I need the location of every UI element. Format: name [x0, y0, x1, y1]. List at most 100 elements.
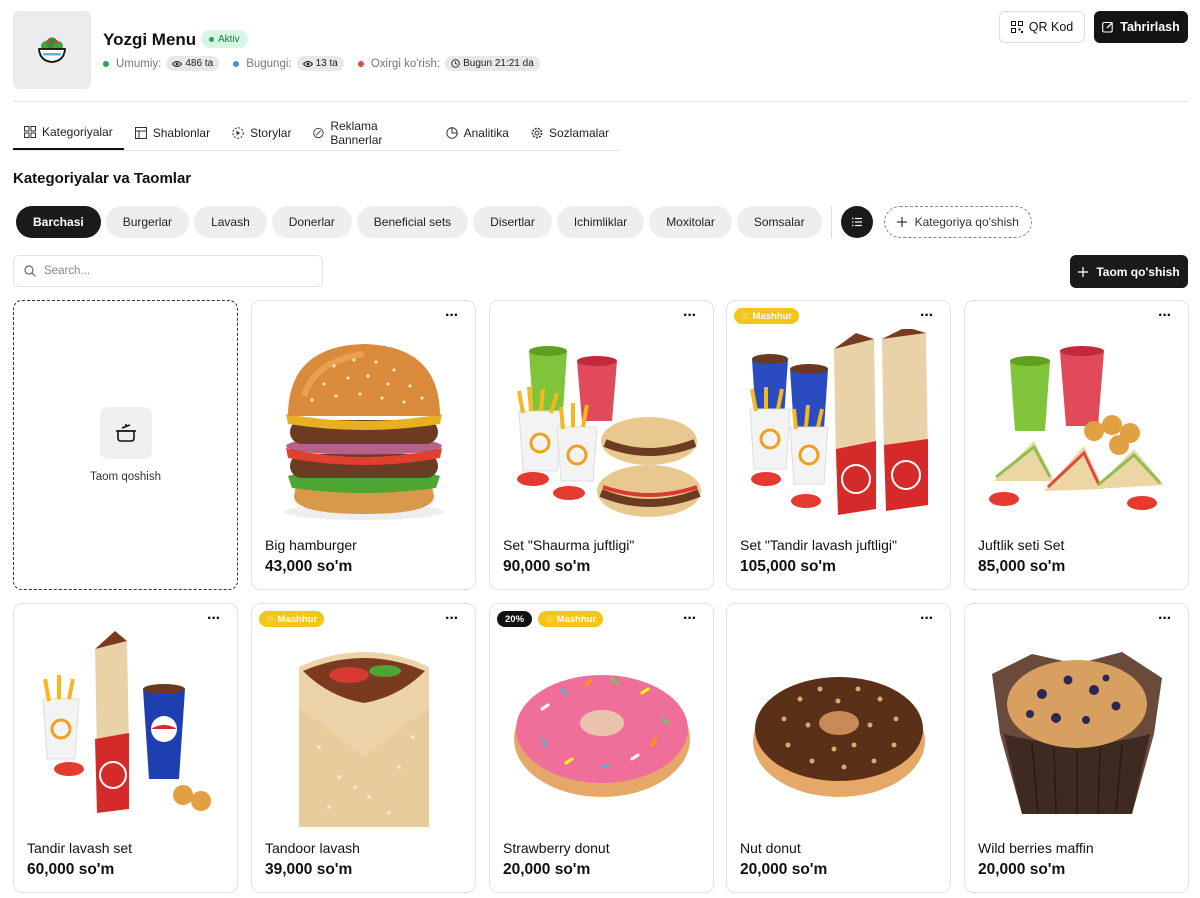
more-options-icon[interactable]: ···	[445, 308, 459, 324]
category-pill-somsalar[interactable]: Somsalar	[736, 206, 822, 238]
food-card[interactable]: ··· Tandir lavash set 60,000 so'm	[13, 603, 238, 893]
category-pill-burgerlar[interactable]: Burgerlar	[105, 206, 190, 238]
stat-label: Bugungi:	[246, 57, 292, 70]
category-pill-disertlar[interactable]: Disertlar	[473, 206, 552, 238]
food-name: Set "Shaurma juftligi"	[503, 537, 635, 553]
category-pill-lavash[interactable]: Lavash	[194, 206, 267, 238]
add-food-label: Taom qo'shish	[1096, 264, 1180, 279]
template-icon	[134, 127, 147, 139]
food-card[interactable]: ··· Juftlik seti Set 85,000 so'm	[964, 300, 1189, 590]
gear-icon	[531, 127, 543, 139]
plus-icon	[896, 217, 907, 227]
grid-icon	[24, 126, 36, 138]
popular-badge: ☆ Mashhur	[259, 611, 325, 627]
add-food-card[interactable]: Taom qoshish	[13, 300, 238, 590]
qr-code-icon	[1010, 21, 1023, 33]
star-icon: ☆	[266, 613, 275, 625]
more-options-icon[interactable]: ···	[207, 611, 221, 627]
food-card[interactable]: 20% ☆ Mashhur ··· Strawberry donut 20,000…	[489, 603, 714, 893]
card-badges: ☆ Mashhur	[259, 611, 325, 627]
plus-icon	[1078, 266, 1089, 277]
category-pill-donerlar[interactable]: Donerlar	[271, 206, 352, 238]
food-card[interactable]: ☆ Mashhur ··· Tandoor lavash 39,000 so'm	[251, 603, 476, 893]
food-name: Juftlik seti Set	[978, 537, 1065, 553]
tab-reklama-bannerlar[interactable]: Reklama Bannerlar	[302, 116, 434, 150]
menu-header: Yozgi Menu Aktiv Umumiy: 486 ta Bugungi:…	[13, 11, 1188, 91]
food-name: Tandoor lavash	[265, 840, 360, 856]
popular-label: Mashhur	[277, 613, 318, 625]
pie-chart-icon	[445, 127, 458, 139]
tab-kategoriyalar[interactable]: Kategoriyalar	[13, 116, 124, 150]
popular-badge: ☆ Mashhur	[538, 611, 604, 627]
more-options-icon[interactable]: ···	[1158, 308, 1172, 324]
add-food-button[interactable]: Taom qo'shish	[1070, 255, 1188, 288]
tab-label: Shablonlar	[152, 126, 211, 140]
more-options-icon[interactable]: ···	[445, 611, 459, 627]
view-stats: Umumiy: 486 ta Bugungi: 13 ta Oxirgi ko'…	[103, 56, 554, 71]
stat-today: Bugungi: 13 ta	[233, 56, 344, 71]
sort-categories-button[interactable]	[840, 206, 873, 238]
food-card[interactable]: ☆ Mashhur ··· Set "Tandir lavash juftligi…	[726, 300, 951, 590]
more-options-icon[interactable]: ···	[1158, 611, 1172, 627]
cooking-pot-icon	[115, 424, 136, 442]
stat-chip: 486 ta	[166, 56, 220, 71]
status-label: Aktiv	[218, 33, 240, 45]
menu-title: Yozgi Menu	[103, 30, 197, 49]
more-options-icon[interactable]: ···	[920, 308, 934, 324]
tab-analitika[interactable]: Analitika	[435, 116, 520, 150]
food-image-muffin	[973, 624, 1180, 834]
tab-shablonlar[interactable]: Shablonlar	[124, 116, 221, 150]
tab-label: Kategoriyalar	[42, 125, 113, 139]
food-image-burger	[260, 321, 467, 531]
tab-storylar[interactable]: Storylar	[221, 116, 302, 150]
category-pill-beneficial-sets[interactable]: Beneficial sets	[356, 206, 469, 238]
food-card[interactable]: ··· Wild berries maffin 20,000 so'm	[964, 603, 1189, 893]
tab-sozlamalar[interactable]: Sozlamalar	[520, 116, 620, 150]
food-card[interactable]: ··· Big hamburger 43,000 so'm	[251, 300, 476, 590]
banner-icon	[313, 127, 325, 139]
category-pill-ichimliklar[interactable]: Ichimliklar	[556, 206, 645, 238]
category-pill-barchasi[interactable]: Barchasi	[16, 206, 101, 238]
tab-label: Reklama Bannerlar	[330, 119, 383, 147]
status-badge: Aktiv	[201, 30, 248, 48]
status-dot	[209, 36, 214, 42]
food-image-shaurma-set	[498, 321, 705, 531]
popular-label: Mashhur	[752, 310, 793, 322]
more-options-icon[interactable]: ···	[683, 611, 697, 627]
more-options-icon[interactable]: ···	[920, 611, 934, 627]
add-category-button[interactable]: Kategoriya qo'shish	[883, 206, 1032, 238]
food-price: 90,000 so'm	[503, 558, 591, 575]
popular-label: Mashhur	[556, 613, 597, 625]
food-card[interactable]: ··· Nut donut 20,000 so'm	[726, 603, 951, 893]
category-pill-moxitolar[interactable]: Moxitolar	[649, 206, 732, 238]
header-divider	[13, 101, 1188, 102]
edit-label: Tahrirlash	[1120, 20, 1180, 34]
add-category-label: Kategoriya qo'shish	[914, 215, 1019, 229]
main-tabs: Kategoriyalar Shablonlar Storylar Reklam…	[13, 116, 620, 151]
stat-label: Umumiy:	[116, 57, 162, 70]
search-box	[13, 255, 323, 287]
food-price: 60,000 so'm	[27, 861, 115, 878]
food-name: Tandir lavash set	[27, 840, 133, 856]
add-food-card-icon-box	[99, 407, 152, 459]
food-price: 85,000 so'm	[978, 558, 1066, 575]
food-card[interactable]: ··· Set "Shaurma juftligi" 90,000 so'm	[489, 300, 714, 590]
stat-value: 13 ta	[315, 58, 338, 69]
edit-icon	[1102, 21, 1114, 33]
eye-icon	[302, 60, 313, 67]
food-name: Big hamburger	[265, 537, 357, 553]
eye-icon	[172, 60, 183, 67]
salad-bowl-icon	[38, 37, 66, 63]
stat-value: Bugun 21:21 da	[463, 58, 534, 69]
stat-last-view: Oxirgi ko'rish: Bugun 21:21 da	[357, 56, 540, 71]
qr-code-button[interactable]: QR Kod	[999, 11, 1085, 43]
search-input[interactable]	[44, 265, 294, 277]
stat-dot	[233, 60, 240, 67]
food-name: Wild berries maffin	[978, 840, 1094, 856]
menu-logo[interactable]	[13, 11, 91, 89]
more-options-icon[interactable]: ···	[683, 308, 697, 324]
food-price: 20,000 so'm	[978, 861, 1066, 878]
search-icon	[24, 265, 36, 277]
tab-label: Sozlamalar	[548, 126, 609, 140]
edit-button[interactable]: Tahrirlash	[1094, 11, 1188, 43]
